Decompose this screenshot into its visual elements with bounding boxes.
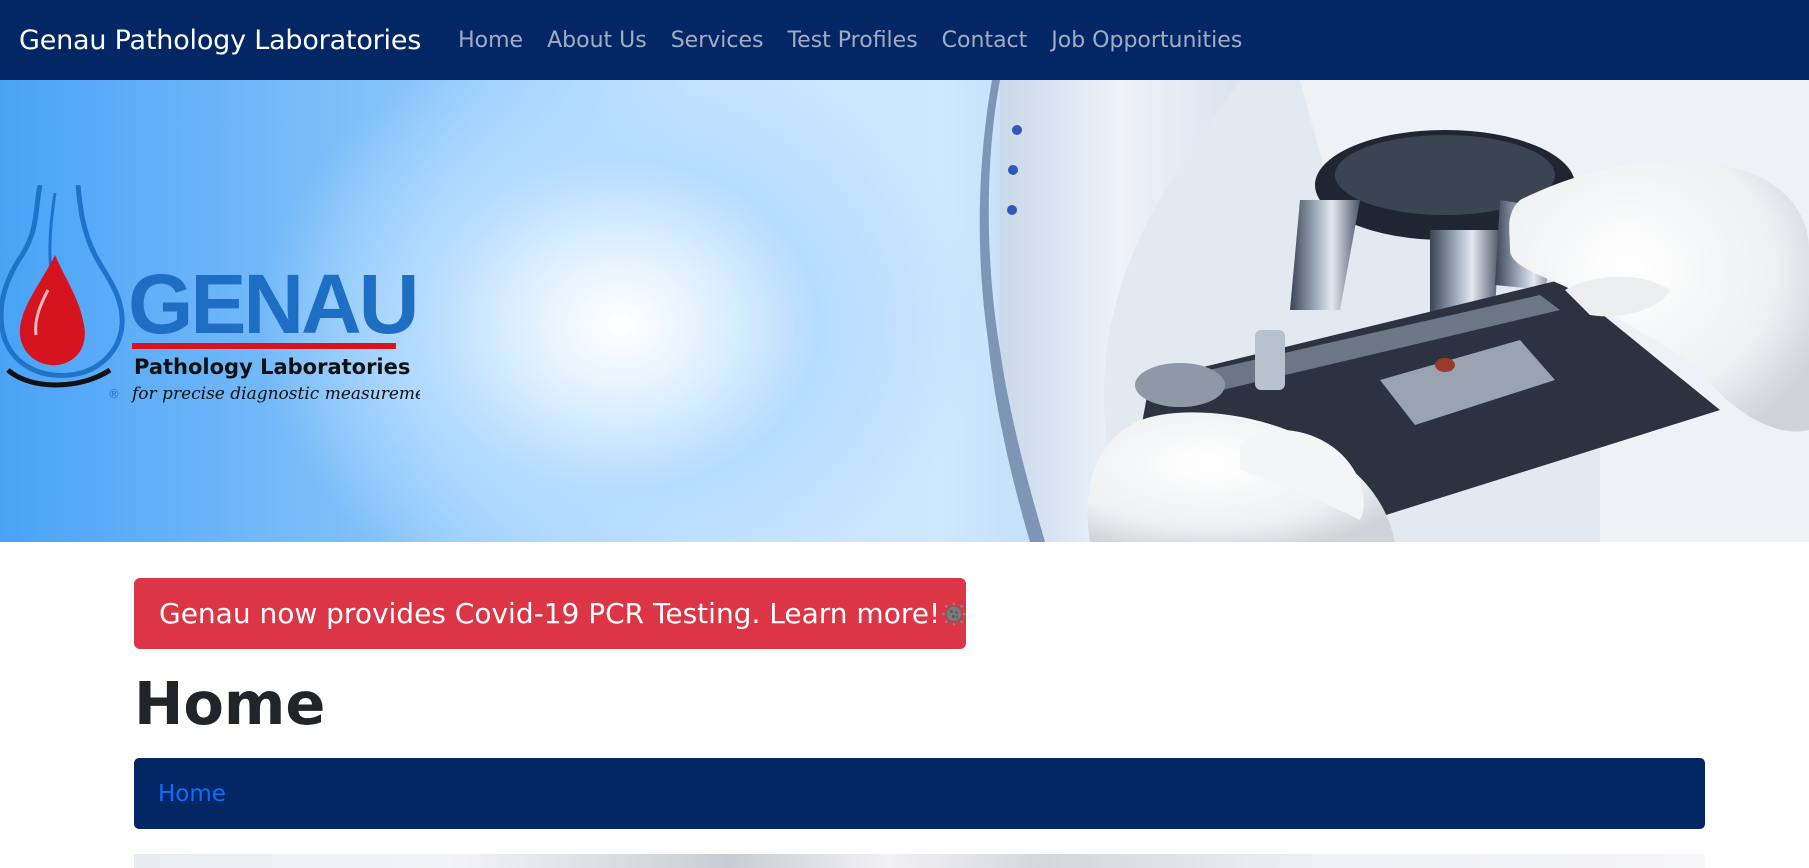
nav-links: Home About Us Services Test Profiles Con… [458,28,1266,53]
top-navbar: Genau Pathology Laboratories Home About … [0,0,1809,80]
virus-icon [942,601,966,626]
covid-alert-link[interactable]: Genau now provides Covid-19 PCR Testing.… [134,578,966,649]
breadcrumb-home-link[interactable]: Home [158,781,226,807]
covid-alert-text: Genau now provides Covid-19 PCR Testing.… [159,597,941,630]
content-image [134,854,1705,868]
breadcrumb: Home [134,758,1705,829]
nav-job-opportunities[interactable]: Job Opportunities [1051,28,1242,53]
nav-services[interactable]: Services [671,28,764,53]
brand-link[interactable]: Genau Pathology Laboratories [19,25,421,56]
hero-banner: ® GENAU Pathology Laboratories for preci… [0,80,1809,542]
nav-about-us[interactable]: About Us [547,28,647,53]
nav-contact[interactable]: Contact [942,28,1028,53]
nav-home[interactable]: Home [458,28,523,53]
logo-tagline: for precise diagnostic measurement [130,384,420,404]
genau-logo: ® GENAU Pathology Laboratories for preci… [0,185,420,404]
page-title: Home [134,669,326,738]
nav-test-profiles[interactable]: Test Profiles [787,28,917,53]
logo-subtitle: Pathology Laboratories [134,355,410,379]
logo-wordmark: GENAU [128,257,416,351]
registered-mark: ® [108,387,120,401]
